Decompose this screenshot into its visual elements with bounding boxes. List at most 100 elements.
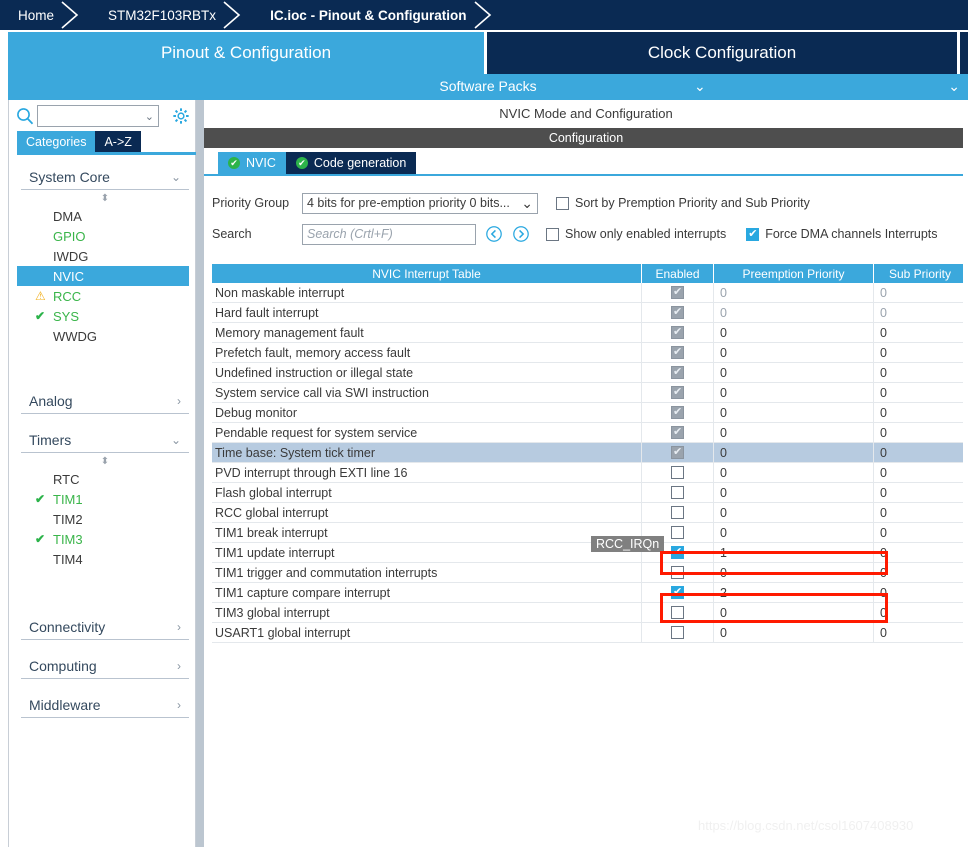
cell-sub-priority[interactable]: 0 <box>874 403 966 422</box>
tab-clock-configuration[interactable]: Clock Configuration <box>487 32 957 74</box>
cell-preemption-priority[interactable]: 0 <box>714 403 874 422</box>
cell-sub-priority[interactable]: 0 <box>874 363 966 382</box>
cell-sub-priority[interactable]: 0 <box>874 443 966 462</box>
cell-preemption-priority[interactable]: 0 <box>714 623 874 642</box>
table-row[interactable]: TIM3 global interrupt 0 0 <box>212 603 968 623</box>
cell-sub-priority[interactable]: 0 <box>874 283 966 302</box>
cell-sub-priority[interactable]: 0 <box>874 303 966 322</box>
sidebar-item-rcc[interactable]: ⚠ RCC <box>21 286 189 306</box>
sidebar-group-header-connectivity[interactable]: Connectivity › <box>21 614 189 640</box>
enabled-checkbox[interactable] <box>671 506 684 519</box>
tab-code-generation[interactable]: ✔ Code generation <box>285 152 417 174</box>
arrow-right-circle-icon[interactable] <box>512 225 530 243</box>
cell-sub-priority[interactable]: 0 <box>874 543 966 562</box>
cell-enabled[interactable] <box>642 503 714 522</box>
force-dma-checkbox-row[interactable]: Force DMA channels Interrupts <box>746 227 938 241</box>
sidebar-item-iwdg[interactable]: IWDG <box>21 246 189 266</box>
cell-preemption-priority[interactable]: 0 <box>714 483 874 502</box>
cell-preemption-priority[interactable]: 0 <box>714 463 874 482</box>
table-row[interactable]: Debug monitor 00 <box>212 403 968 423</box>
scroll-spinner-icon-timers[interactable]: ⬍ <box>21 457 189 467</box>
sidebar-group-header-system-core[interactable]: System Core ⌄ <box>21 164 189 190</box>
cell-sub-priority[interactable]: 0 <box>874 383 966 402</box>
table-row[interactable]: Pendable request for system service 00 <box>212 423 968 443</box>
cell-enabled[interactable] <box>642 343 714 362</box>
enabled-checkbox[interactable] <box>671 545 684 559</box>
cell-enabled[interactable] <box>642 423 714 442</box>
cell-enabled[interactable] <box>642 443 714 462</box>
sidebar-item-wwdg[interactable]: WWDG <box>21 326 189 346</box>
cell-preemption-priority[interactable]: 0 <box>714 323 874 342</box>
table-row[interactable]: TIM1 update interrupt 10 <box>212 543 968 563</box>
gear-icon[interactable] <box>172 107 190 125</box>
sidebar-item-nvic[interactable]: NVIC <box>17 266 189 286</box>
sort-by-premption-checkbox-row[interactable]: Sort by Premption Priority and Sub Prior… <box>556 196 810 210</box>
scroll-spinner-icon[interactable]: ⬍ <box>21 194 189 204</box>
force-dma-checkbox[interactable] <box>746 227 760 241</box>
software-packs-bar[interactable]: ⌄ Software Packs ⌄ <box>8 74 968 100</box>
cell-sub-priority[interactable]: 0 <box>874 583 966 602</box>
chevron-down-icon-right[interactable]: ⌄ <box>948 78 960 95</box>
table-row[interactable]: Memory management fault 00 <box>212 323 968 343</box>
table-row[interactable]: Time base: System tick timer 00 <box>212 443 968 463</box>
cell-enabled[interactable] <box>642 463 714 482</box>
cell-preemption-priority[interactable]: 0 <box>714 523 874 542</box>
cell-enabled[interactable] <box>642 483 714 502</box>
enabled-checkbox[interactable] <box>671 486 684 499</box>
tab-pinout-configuration[interactable]: Pinout & Configuration <box>8 32 484 74</box>
tab-nvic[interactable]: ✔ NVIC <box>218 152 286 174</box>
cell-sub-priority[interactable]: 0 <box>874 463 966 482</box>
cell-preemption-priority[interactable]: 0 <box>714 443 874 462</box>
sidebar-item-tim2[interactable]: TIM2 <box>21 509 189 529</box>
search-input[interactable]: ⌄ <box>37 105 159 127</box>
table-row[interactable]: Undefined instruction or illegal state 00 <box>212 363 968 383</box>
table-row[interactable]: Flash global interrupt 0 0 <box>212 483 968 503</box>
cell-enabled[interactable] <box>642 363 714 382</box>
cell-preemption-priority[interactable]: 1 <box>714 543 874 562</box>
cell-sub-priority[interactable]: 0 <box>874 623 966 642</box>
sidebar-item-tim1[interactable]: ✔ TIM1 <box>21 489 189 509</box>
column-header-preemption[interactable]: Preemption Priority <box>714 264 874 283</box>
cell-sub-priority[interactable]: 0 <box>874 563 966 582</box>
cell-preemption-priority[interactable]: 0 <box>714 283 874 302</box>
enabled-checkbox[interactable] <box>671 566 684 579</box>
cell-sub-priority[interactable]: 0 <box>874 343 966 362</box>
cell-enabled[interactable] <box>642 303 714 322</box>
cell-preemption-priority[interactable]: 0 <box>714 563 874 582</box>
table-row[interactable]: TIM1 capture compare interrupt 20 <box>212 583 968 603</box>
tab-a-to-z[interactable]: A->Z <box>95 131 141 152</box>
enabled-checkbox[interactable] <box>671 606 684 619</box>
priority-group-select[interactable]: 4 bits for pre-emption priority 0 bits..… <box>302 192 538 214</box>
enabled-checkbox[interactable] <box>671 626 684 639</box>
table-row[interactable]: Prefetch fault, memory access fault 00 <box>212 343 968 363</box>
column-header-interrupt[interactable]: NVIC Interrupt Table <box>212 264 642 283</box>
sidebar-group-header-analog[interactable]: Analog › <box>21 388 189 414</box>
sidebar-item-rtc[interactable]: RTC <box>21 469 189 489</box>
cell-enabled[interactable] <box>642 283 714 302</box>
cell-enabled[interactable] <box>642 323 714 342</box>
breadcrumb-item-mcu[interactable]: STM32F103RBTx <box>90 0 226 30</box>
table-row[interactable]: Non maskable interrupt 00 <box>212 283 968 303</box>
sidebar-item-tim4[interactable]: TIM4 <box>21 549 189 569</box>
breadcrumb-item-home[interactable]: Home <box>0 0 64 30</box>
sidebar-item-tim3[interactable]: ✔ TIM3 <box>21 529 189 549</box>
table-row[interactable]: TIM1 break interrupt 0 0 <box>212 523 968 543</box>
table-row[interactable]: Hard fault interrupt 00 <box>212 303 968 323</box>
cell-preemption-priority[interactable]: 0 <box>714 303 874 322</box>
table-row[interactable]: TIM1 trigger and commutation interrupts 0… <box>212 563 968 583</box>
sidebar-group-header-computing[interactable]: Computing › <box>21 653 189 679</box>
sidebar-item-dma[interactable]: DMA <box>21 206 189 226</box>
sort-by-premption-checkbox[interactable] <box>556 196 569 210</box>
cell-sub-priority[interactable]: 0 <box>874 483 966 502</box>
sidebar-group-header-timers[interactable]: Timers ⌄ <box>21 427 189 453</box>
enabled-checkbox[interactable] <box>671 526 684 539</box>
cell-preemption-priority[interactable]: 0 <box>714 343 874 362</box>
column-header-sub[interactable]: Sub Priority <box>874 264 966 283</box>
table-row[interactable]: USART1 global interrupt 0 0 <box>212 623 968 643</box>
show-only-enabled-checkbox[interactable] <box>546 227 559 241</box>
cell-sub-priority[interactable]: 0 <box>874 423 966 442</box>
sidebar-group-header-middleware[interactable]: Middleware › <box>21 692 189 718</box>
cell-preemption-priority[interactable]: 0 <box>714 603 874 622</box>
enabled-checkbox[interactable] <box>671 585 684 599</box>
enabled-checkbox[interactable] <box>671 466 684 479</box>
